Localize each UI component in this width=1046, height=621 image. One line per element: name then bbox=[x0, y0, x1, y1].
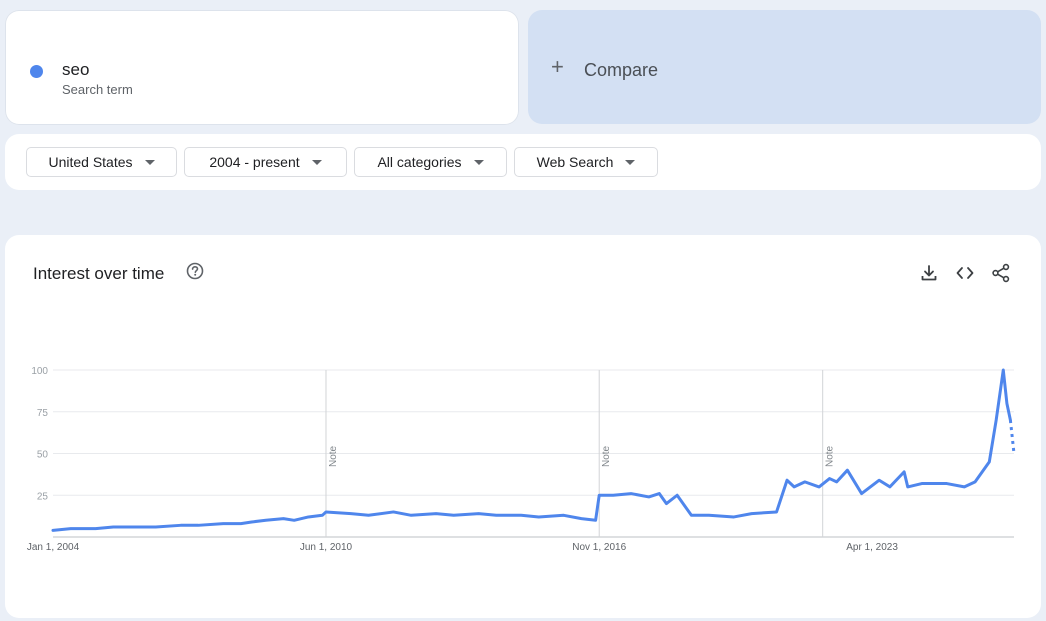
x-tick-label: Nov 1, 2016 bbox=[572, 542, 626, 553]
note-label: Note bbox=[601, 445, 612, 467]
y-tick-label: 50 bbox=[37, 450, 49, 461]
y-tick-label: 75 bbox=[37, 408, 49, 419]
y-tick-label: 100 bbox=[31, 366, 48, 377]
y-axis-ticks: 25 50 75 100 bbox=[31, 366, 48, 502]
series-line-seo bbox=[51, 368, 1012, 532]
chart-series bbox=[51, 368, 1016, 532]
x-tick-label: Jun 1, 2010 bbox=[300, 542, 353, 553]
y-tick-label: 25 bbox=[37, 491, 49, 502]
x-tick-label: Jan 1, 2004 bbox=[27, 542, 80, 553]
note-label: Note bbox=[328, 445, 339, 467]
chart-grid bbox=[53, 369, 1014, 538]
interest-line-chart: 25 50 75 100 Jan 1, 2004 Jun 1, 2010 Nov 1, 2… bbox=[27, 366, 1016, 553]
series-partial-line-seo bbox=[1008, 419, 1016, 454]
note-label: Note bbox=[825, 445, 836, 467]
x-axis-ticks: Jan 1, 2004 Jun 1, 2010 Nov 1, 2016 Apr 1, … bbox=[27, 542, 899, 553]
x-tick-label: Apr 1, 2023 bbox=[846, 542, 898, 553]
